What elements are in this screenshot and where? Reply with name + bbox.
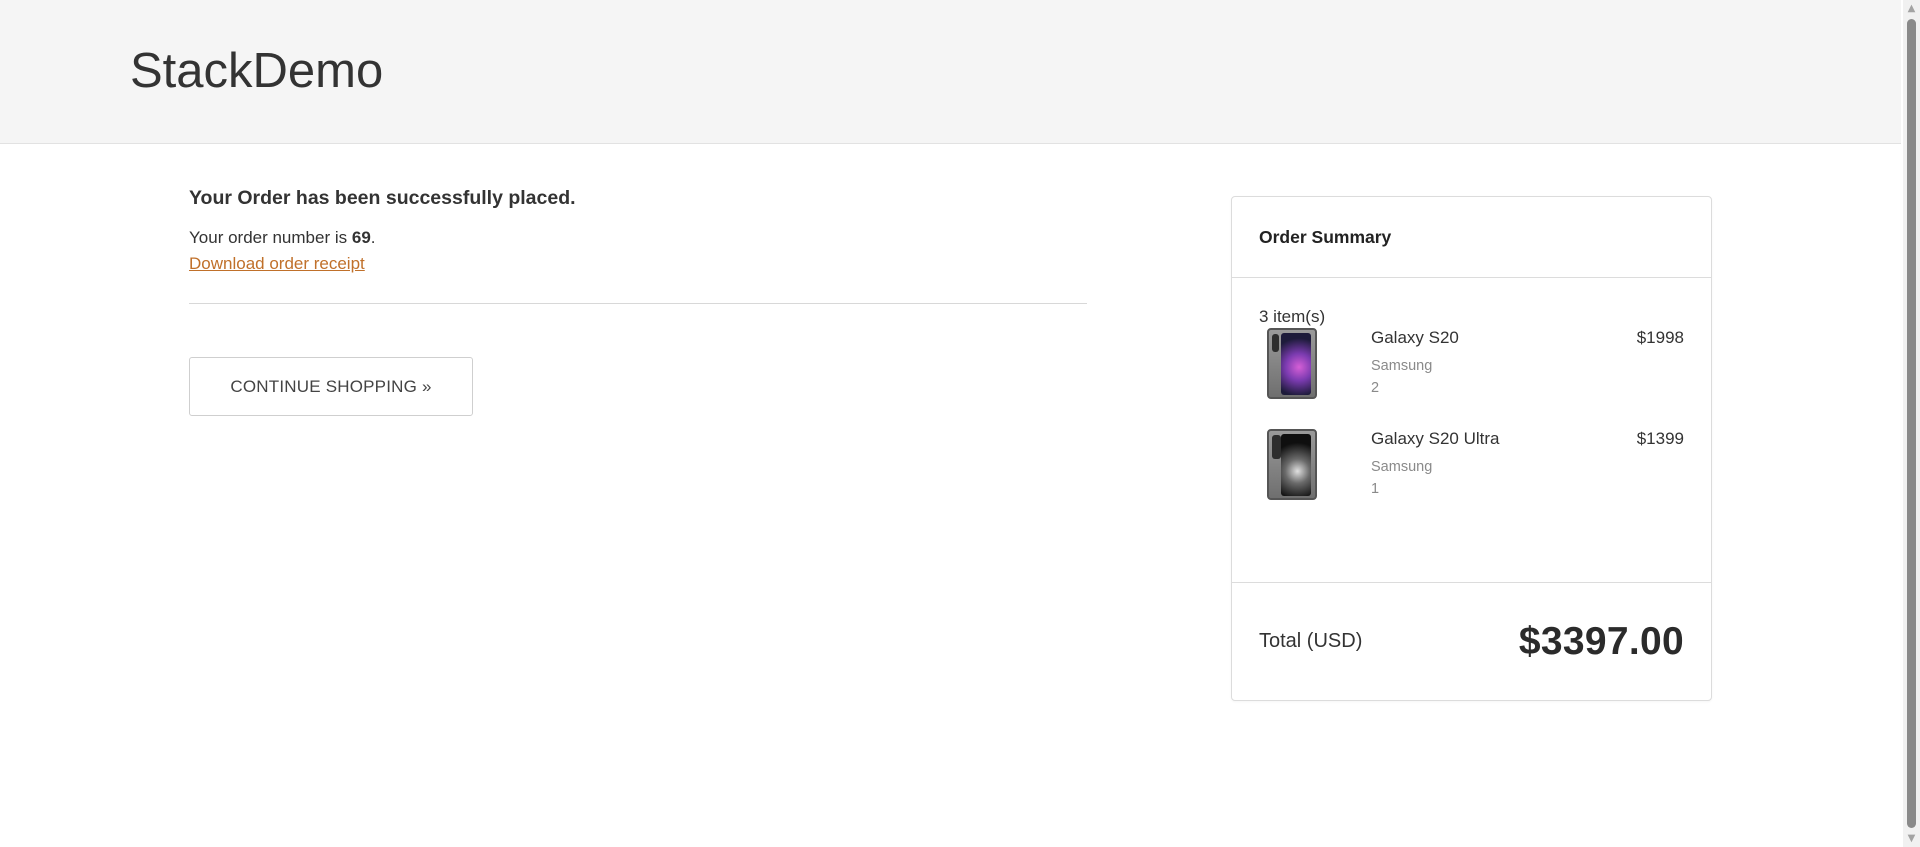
order-number-line: Your order number is 69.: [189, 226, 1087, 250]
brand-logo[interactable]: StackDemo: [130, 42, 383, 100]
item-price: $1998: [1636, 328, 1684, 347]
site-header: StackDemo: [0, 0, 1901, 144]
order-confirmation: Your Order has been successfully placed.…: [189, 184, 1087, 416]
camera-module: [1272, 435, 1281, 459]
order-summary-title: Order Summary: [1259, 226, 1392, 247]
order-number-suffix: .: [370, 228, 376, 247]
total-label: Total (USD): [1259, 630, 1363, 652]
divider: [189, 303, 1087, 304]
download-receipt-link[interactable]: Download order receipt: [189, 252, 365, 276]
item-price: $1399: [1636, 429, 1684, 448]
item-brand: Samsung: [1371, 358, 1433, 374]
list-item: Galaxy S20 Ultra Samsung 1 $1399: [1259, 429, 1684, 530]
confirmation-title: Your Order has been successfully placed.: [189, 187, 576, 209]
order-total: Total (USD) $3397.00: [1232, 583, 1711, 700]
continue-shopping-button[interactable]: CONTINUE SHOPPING »: [189, 357, 473, 416]
scrollbar-thumb[interactable]: [1907, 19, 1916, 828]
phone-screen: [1281, 434, 1311, 496]
order-number: 69: [351, 228, 371, 247]
item-brand: Samsung: [1371, 459, 1433, 475]
order-summary-card: Order Summary 3 item(s) Galaxy S20 Samsu…: [1231, 196, 1712, 701]
galaxy-s20-ultra-phone-image: [1267, 429, 1317, 500]
item-name: Galaxy S20 Ultra: [1371, 429, 1500, 448]
galaxy-s20-phone-image: [1267, 328, 1317, 399]
scroll-down-arrow-icon[interactable]: ▼: [1903, 830, 1920, 847]
items-count: 3 item(s): [1259, 307, 1326, 326]
item-name: Galaxy S20: [1371, 328, 1459, 347]
item-quantity: 2: [1371, 380, 1380, 396]
page: StackDemo Your Order has been successful…: [0, 0, 1920, 847]
vertical-scrollbar[interactable]: ▲ ▼: [1903, 0, 1920, 847]
order-number-prefix: Your order number is: [189, 228, 352, 247]
scroll-up-arrow-icon[interactable]: ▲: [1903, 0, 1920, 17]
phone-screen: [1281, 333, 1311, 395]
camera-module: [1272, 334, 1279, 352]
total-value: $3397.00: [1518, 619, 1684, 663]
order-summary-items: 3 item(s) Galaxy S20 Samsung 2 $1998 Gal…: [1232, 278, 1711, 583]
order-summary-header: Order Summary: [1232, 197, 1711, 278]
item-quantity: 1: [1371, 481, 1380, 497]
list-item: Galaxy S20 Samsung 2 $1998: [1259, 328, 1684, 429]
